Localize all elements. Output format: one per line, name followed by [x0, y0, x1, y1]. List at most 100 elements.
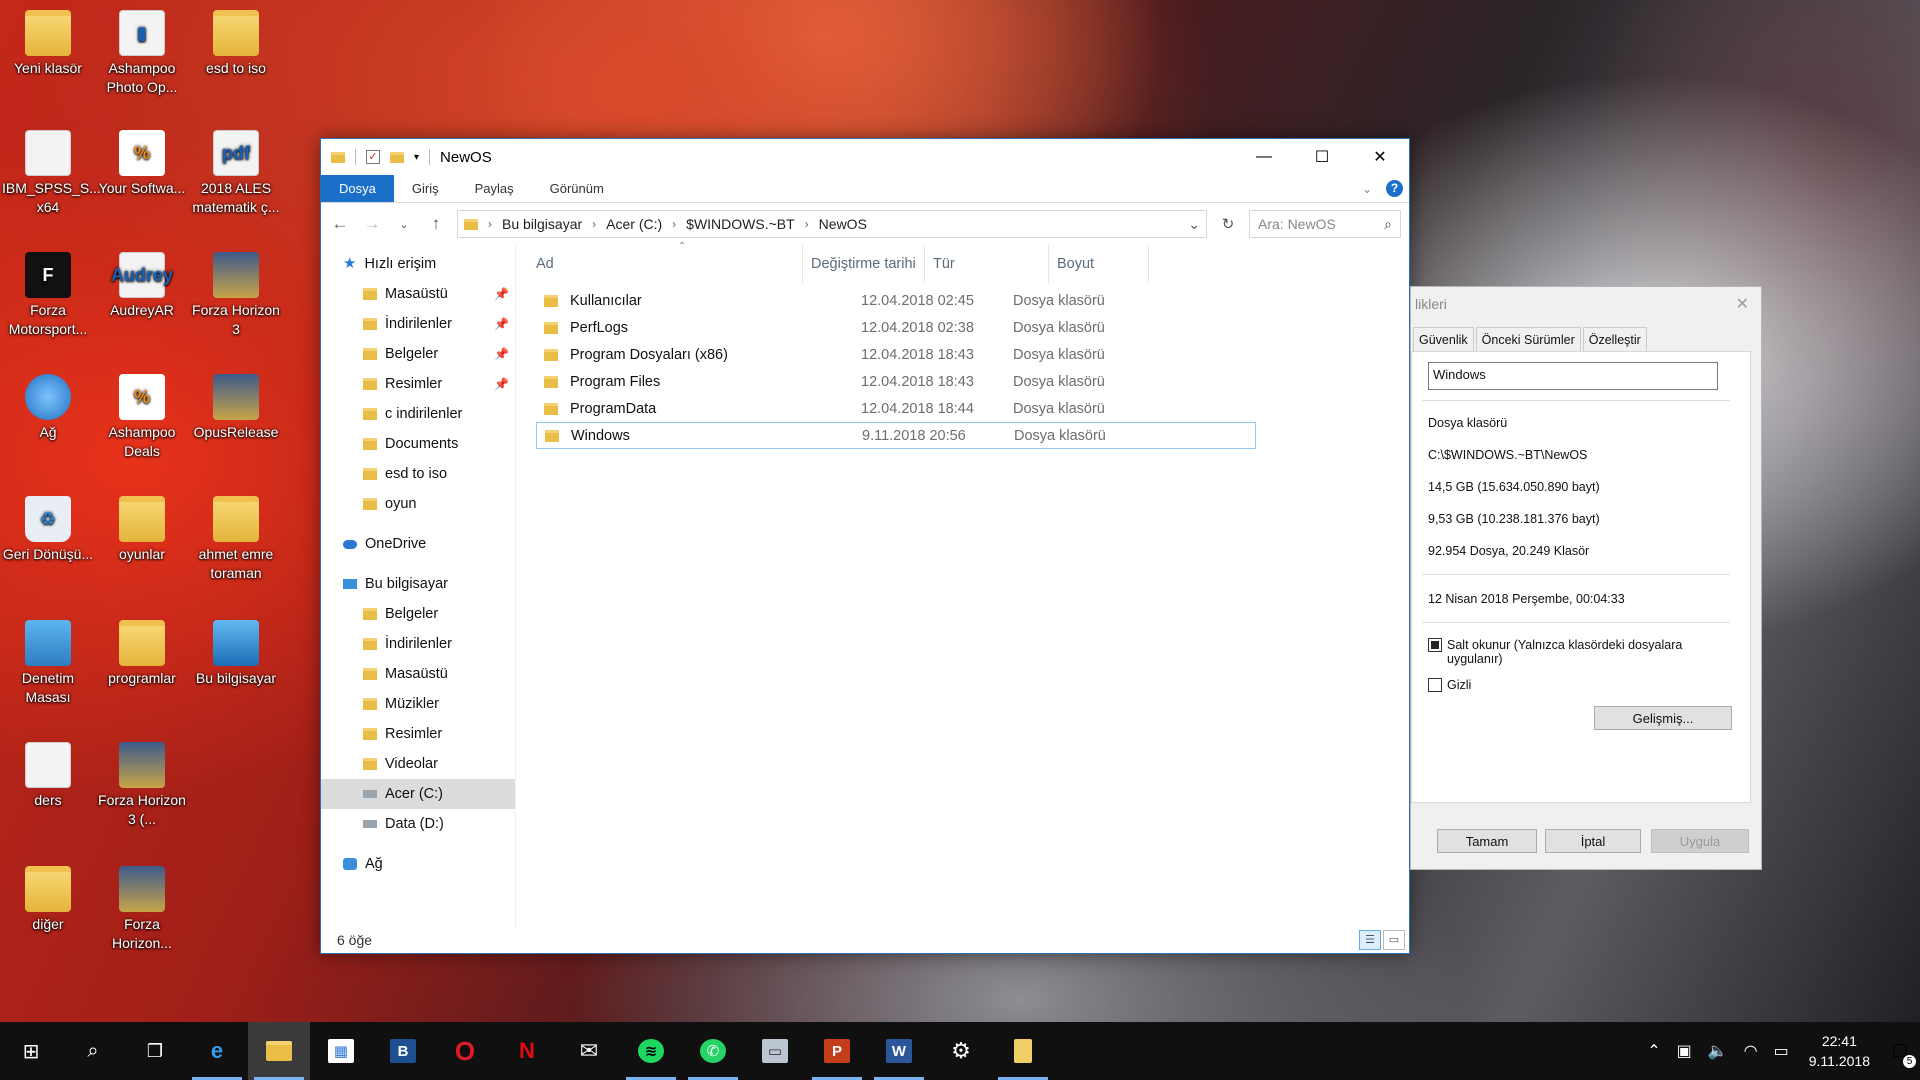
word-icon[interactable]: W [868, 1022, 930, 1080]
mail-icon[interactable]: ✉ [558, 1022, 620, 1080]
desktop-icon-this-pc[interactable]: Bu bilgisayar [190, 620, 282, 688]
nav-pc-item[interactable]: Belgeler [321, 599, 515, 629]
settings-icon[interactable]: ⚙ [930, 1022, 992, 1080]
breadcrumb-this-pc[interactable]: Bu bilgisayar [502, 216, 582, 232]
tab-previous-versions[interactable]: Önceki Sürümler [1475, 327, 1581, 351]
tab-view[interactable]: Görünüm [532, 175, 622, 202]
nav-quick-item[interactable]: Masaüstü 📌 [321, 279, 515, 309]
pin-icon[interactable]: 📌 [494, 317, 509, 331]
clock[interactable]: 22:41 9.11.2018 [1809, 1031, 1870, 1071]
desktop-icon-ashampoo-photo[interactable]: ▮ Ashampoo Photo Op... [96, 10, 188, 97]
details-view-icon[interactable]: ☰ [1359, 930, 1381, 950]
search-icon[interactable]: ⌕ [1384, 216, 1392, 233]
tab-home[interactable]: Giriş [394, 175, 457, 202]
column-date[interactable]: Değiştirme tarihi [803, 245, 925, 283]
opera-icon[interactable]: O [434, 1022, 496, 1080]
nav-onedrive[interactable]: OneDrive [321, 529, 515, 559]
wifi-icon[interactable]: ◠ [1744, 1041, 1758, 1061]
breadcrumb-newos[interactable]: NewOS [819, 216, 867, 232]
checkbox-empty[interactable] [1428, 678, 1442, 692]
nav-quick-access[interactable]: ★ Hızlı erişim [321, 249, 515, 279]
file-row[interactable]: Kullanıcılar 12.04.2018 02:45 Dosya klasör… [536, 287, 1256, 314]
back-icon[interactable]: ← [329, 214, 351, 234]
nav-network[interactable]: Ağ [321, 849, 515, 879]
pin-icon[interactable]: 📌 [494, 347, 509, 361]
nav-pc-item[interactable]: Müzikler [321, 689, 515, 719]
desktop-icon-ashampoo-deals[interactable]: % Ashampoo Deals [96, 374, 188, 461]
desktop-icon-forza-horizon-3-b[interactable]: Forza Horizon 3 (... [96, 742, 188, 829]
desktop-icon-ders[interactable]: ders [2, 742, 94, 810]
title-bar[interactable]: ✓ ▾ NewOS — ☐ ✕ [321, 139, 1409, 175]
edge-icon[interactable]: e [186, 1022, 248, 1080]
desktop-icon-yeni-klasor[interactable]: Yeni klasör [2, 10, 94, 78]
tab-customize[interactable]: Özelleştir [1582, 327, 1647, 351]
desktop-icon-audreyar[interactable]: Audrey AudreyAR [96, 252, 188, 320]
chevron-right-icon[interactable]: › [805, 217, 809, 231]
help-icon[interactable]: ? [1386, 180, 1403, 197]
chevron-right-icon[interactable]: › [672, 217, 676, 231]
action-center-icon[interactable]: ☐ 5 [1880, 1041, 1920, 1068]
readonly-checkbox[interactable]: Salt okunur (Yalnızca klasördeki dosyala… [1428, 638, 1718, 666]
netflix-icon[interactable]: N [496, 1022, 558, 1080]
search-input[interactable]: Ara: NewOS ⌕ [1249, 210, 1401, 238]
nav-pc-item[interactable]: Acer (C:) [321, 779, 515, 809]
chevron-right-icon[interactable]: › [488, 217, 492, 231]
tab-file[interactable]: Dosya [321, 175, 394, 202]
large-icons-view-icon[interactable]: ▭ [1383, 930, 1405, 950]
desktop-icon-esd-to-iso[interactable]: esd to iso [190, 10, 282, 78]
desktop-icon-oyunlar[interactable]: oyunlar [96, 496, 188, 564]
b-app-icon[interactable]: B [372, 1022, 434, 1080]
dialog-title-bar[interactable]: likleri ✕ [1411, 287, 1761, 321]
desktop-icon-forza-motorsport[interactable]: F Forza Motorsport... [2, 252, 94, 339]
close-icon[interactable]: ✕ [1736, 294, 1749, 314]
pin-icon[interactable]: 📌 [494, 287, 509, 301]
nav-pc-item[interactable]: Masaüstü [321, 659, 515, 689]
start-button[interactable]: ⊞ [0, 1022, 62, 1080]
address-dropdown-icon[interactable]: ⌄ [1188, 216, 1200, 233]
nav-quick-item[interactable]: Belgeler 📌 [321, 339, 515, 369]
folder-name-field[interactable]: Windows [1428, 362, 1718, 390]
network-app-icon[interactable]: ▭ [744, 1022, 806, 1080]
close-button[interactable]: ✕ [1351, 139, 1409, 175]
desktop-icon-ales-pdf[interactable]: pdf 2018 ALES matematik ç... [190, 130, 282, 217]
refresh-icon[interactable]: ↻ [1217, 215, 1239, 233]
task-view-icon[interactable]: ❐ [124, 1022, 186, 1080]
column-size[interactable]: Boyut [1049, 245, 1149, 283]
volume-icon[interactable]: 🔈 [1708, 1041, 1728, 1061]
expand-ribbon-icon[interactable]: ⌄ [1362, 182, 1372, 196]
advanced-button[interactable]: Gelişmiş... [1594, 706, 1732, 730]
desktop-icon-forza-horizon-c[interactable]: Forza Horizon... [96, 866, 188, 953]
pin-icon[interactable]: 📌 [494, 377, 509, 391]
store-icon[interactable]: ▦ [310, 1022, 372, 1080]
breadcrumb-windows-bt[interactable]: $WINDOWS.~BT [686, 216, 795, 232]
nav-quick-item[interactable]: esd to iso [321, 459, 515, 489]
new-folder-icon[interactable] [390, 151, 404, 163]
desktop-icon-forza-horizon-3[interactable]: Forza Horizon 3 [190, 252, 282, 339]
desktop-icon-network[interactable]: Ağ [2, 374, 94, 442]
ok-button[interactable]: Tamam [1437, 829, 1537, 853]
desktop-icon-programlar[interactable]: programlar [96, 620, 188, 688]
folder-icon[interactable] [992, 1022, 1054, 1080]
column-name[interactable]: Ad ⌃ [528, 241, 803, 283]
nav-quick-item[interactable]: oyun [321, 489, 515, 519]
chevron-right-icon[interactable]: › [592, 217, 596, 231]
whatsapp-icon[interactable]: ✆ [682, 1022, 744, 1080]
search-icon[interactable]: ⌕ [62, 1022, 124, 1080]
nav-this-pc[interactable]: Bu bilgisayar [321, 569, 515, 599]
checkbox-indeterminate[interactable] [1428, 638, 1442, 652]
cancel-button[interactable]: İptal [1545, 829, 1641, 853]
nav-quick-item[interactable]: Documents [321, 429, 515, 459]
file-row[interactable]: Program Dosyaları (x86) 12.04.2018 18:43 D… [536, 341, 1256, 368]
file-explorer-icon[interactable] [248, 1022, 310, 1080]
desktop-icon-ahmet-emre-toraman[interactable]: ahmet emre toraman [190, 496, 282, 583]
properties-icon[interactable]: ✓ [366, 150, 380, 164]
desktop-icon-ibm-spss[interactable]: IBM_SPSS_S... x64 [2, 130, 101, 217]
nav-quick-item[interactable]: c indirilenler [321, 399, 515, 429]
nav-quick-item[interactable]: Resimler 📌 [321, 369, 515, 399]
desktop-icon-your-software[interactable]: % Your Softwa... [96, 130, 188, 198]
column-type[interactable]: Tür [925, 245, 1049, 283]
battery-icon[interactable]: ▭ [1774, 1041, 1789, 1061]
people-icon[interactable]: ▣ [1677, 1041, 1692, 1061]
file-row[interactable]: PerfLogs 12.04.2018 02:38 Dosya klasörü [536, 314, 1256, 341]
address-bar[interactable]: › Bu bilgisayar › Acer (C:) › $WINDOWS.~… [457, 210, 1207, 238]
